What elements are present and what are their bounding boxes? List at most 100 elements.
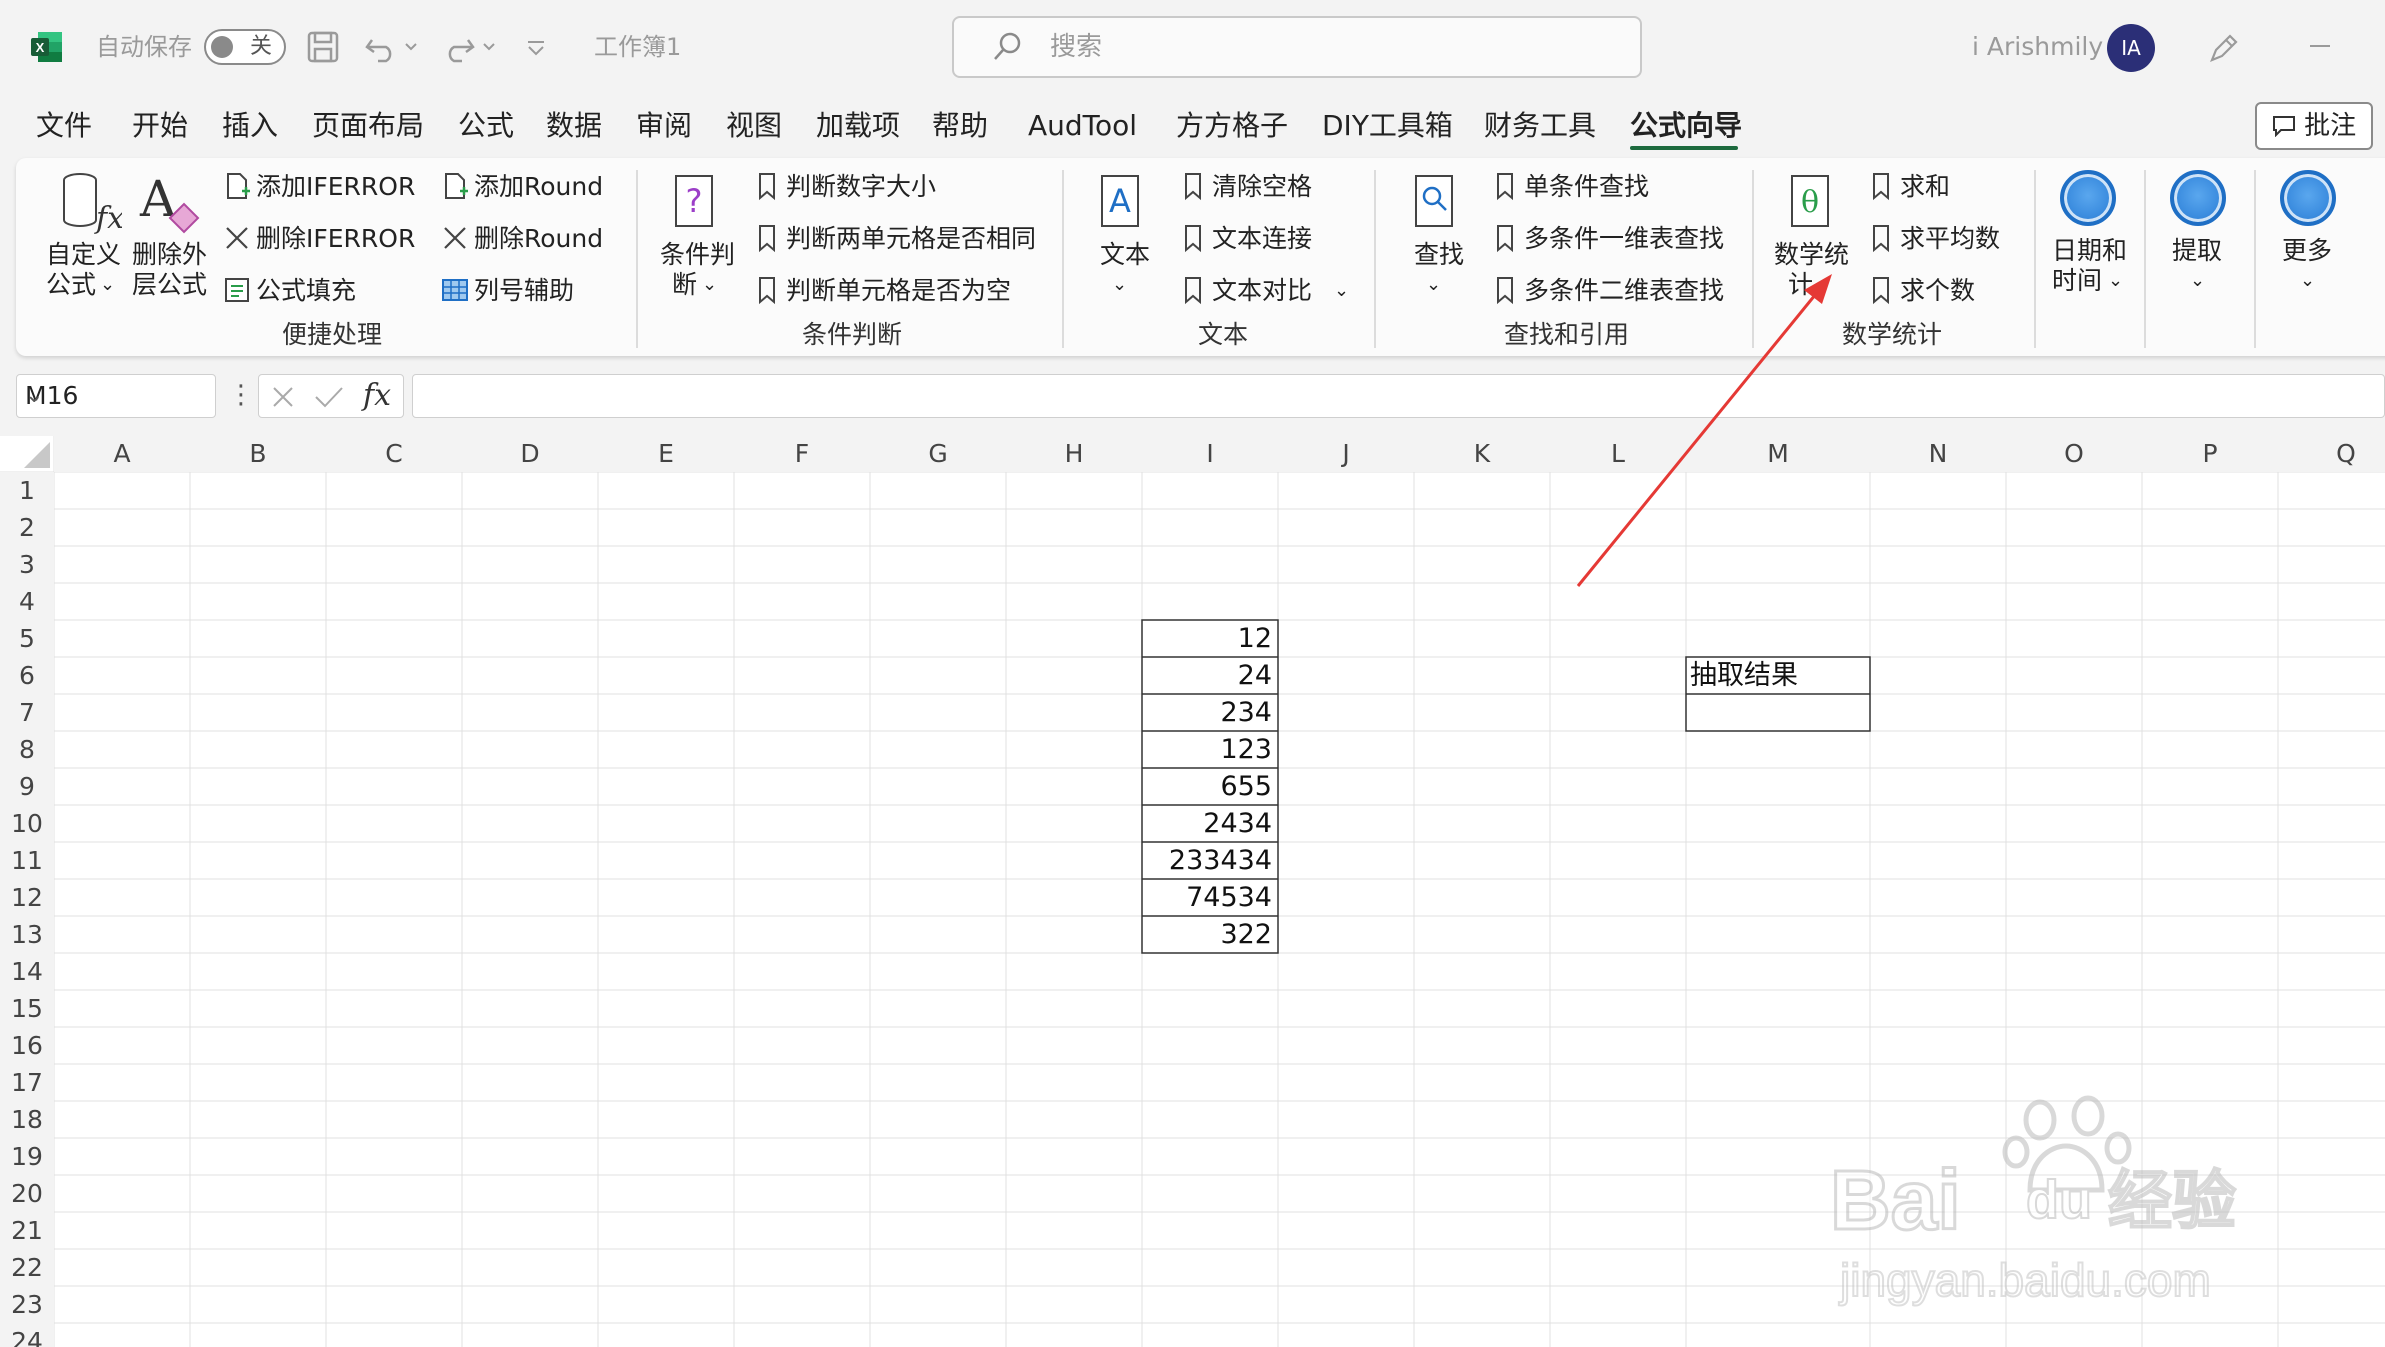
row-header-11[interactable]: 11 (0, 842, 54, 879)
judge-size-button[interactable]: 判断数字大小 (752, 170, 936, 204)
add-round-button[interactable]: 添加Round (440, 170, 603, 204)
row-header-1[interactable]: 1 (0, 472, 54, 509)
sum-button[interactable]: 求和 (1866, 170, 1950, 204)
row-header-15[interactable]: 15 (0, 990, 54, 1027)
menu-fangfang[interactable]: 方方格子 (1176, 106, 1288, 146)
cell-i9[interactable]: 655 (1142, 768, 1272, 805)
column-header-k[interactable]: K (1414, 436, 1550, 472)
chevron-down-icon[interactable]: ⌄ (1112, 268, 1127, 302)
row-header-21[interactable]: 21 (0, 1212, 54, 1249)
column-header-a[interactable]: A (54, 436, 190, 472)
menu-review[interactable]: 审阅 (636, 106, 692, 146)
comment-button[interactable]: 批注 (2255, 102, 2373, 150)
column-header-j[interactable]: J (1278, 436, 1414, 472)
count-button[interactable]: 求个数 (1866, 274, 1975, 308)
chevron-down-icon[interactable]: ⌄ (100, 268, 115, 302)
column-header-f[interactable]: F (734, 436, 870, 472)
remove-outer-label-2[interactable]: 层公式 (132, 268, 207, 302)
column-header-p[interactable]: P (2142, 436, 2278, 472)
menu-page-layout[interactable]: 页面布局 (312, 106, 424, 146)
formula-input[interactable] (412, 374, 2385, 418)
column-header-q[interactable]: Q (2278, 436, 2385, 472)
menu-view[interactable]: 视图 (726, 106, 782, 146)
custom-formula-label-1[interactable]: 自定义 (46, 238, 121, 272)
fill-formula-button[interactable]: 公式填充 (222, 274, 356, 308)
menu-finance-tools[interactable]: 财务工具 (1484, 106, 1596, 146)
row-header-7[interactable]: 7 (0, 694, 54, 731)
add-iferror-button[interactable]: 添加IFERROR (222, 170, 415, 204)
cell-m6[interactable]: 抽取结果 (1690, 657, 1798, 694)
menu-formulas[interactable]: 公式 (458, 106, 514, 146)
cell-i6[interactable]: 24 (1142, 657, 1272, 694)
row-header-12[interactable]: 12 (0, 879, 54, 916)
chevron-down-icon[interactable]: ⌄ (2190, 264, 2205, 298)
menu-help[interactable]: 帮助 (932, 106, 988, 146)
customize-toolbar-icon[interactable] (524, 34, 548, 60)
avatar[interactable]: IA (2107, 24, 2155, 72)
cell-i11[interactable]: 233434 (1142, 842, 1272, 879)
custom-formula-label-2[interactable]: 公式 (46, 268, 96, 302)
row-header-3[interactable]: 3 (0, 546, 54, 583)
undo-icon[interactable] (364, 30, 424, 64)
row-header-4[interactable]: 4 (0, 583, 54, 620)
row-header-6[interactable]: 6 (0, 657, 54, 694)
row-header-8[interactable]: 8 (0, 731, 54, 768)
text-join-button[interactable]: 文本连接 (1178, 222, 1312, 256)
select-all-icon[interactable] (20, 440, 52, 470)
condition-label-2[interactable]: 断 (672, 268, 697, 302)
judge-same-button[interactable]: 判断两单元格是否相同 (752, 222, 1036, 256)
column-header-i[interactable]: I (1142, 436, 1278, 472)
row-header-19[interactable]: 19 (0, 1138, 54, 1175)
row-header-22[interactable]: 22 (0, 1249, 54, 1286)
cancel-icon[interactable] (269, 383, 297, 411)
column-header-d[interactable]: D (462, 436, 598, 472)
row-header-10[interactable]: 10 (0, 805, 54, 842)
remove-iferror-button[interactable]: 删除IFERROR (222, 222, 415, 256)
text-compare-button[interactable]: 文本对比 (1178, 274, 1312, 308)
remove-outer-label-1[interactable]: 删除外 (132, 238, 207, 272)
row-header-23[interactable]: 23 (0, 1286, 54, 1323)
text-main-label[interactable]: 文本 (1100, 238, 1150, 272)
column-header-c[interactable]: C (326, 436, 462, 472)
cell-i13[interactable]: 322 (1142, 916, 1272, 953)
lookup-main-label[interactable]: 查找 (1414, 238, 1464, 272)
cell-i7[interactable]: 234 (1142, 694, 1272, 731)
name-box[interactable]: M16 ⌄ (16, 374, 216, 418)
row-header-2[interactable]: 2 (0, 509, 54, 546)
more-label[interactable]: 更多 (2282, 234, 2332, 268)
check-icon[interactable] (313, 383, 345, 411)
minimize-icon[interactable] (2308, 36, 2332, 56)
save-icon[interactable] (306, 30, 340, 64)
datetime-label-1[interactable]: 日期和 (2052, 234, 2127, 268)
average-button[interactable]: 求平均数 (1866, 222, 2000, 256)
redo-icon[interactable] (442, 30, 502, 64)
row-header-16[interactable]: 16 (0, 1027, 54, 1064)
row-header-14[interactable]: 14 (0, 953, 54, 990)
more-options-icon[interactable]: ⋮ (228, 378, 254, 412)
chevron-down-icon[interactable]: ⌄ (1426, 268, 1441, 302)
chevron-down-icon[interactable]: ⌄ (702, 268, 717, 302)
autosave-toggle[interactable]: 关 (204, 29, 286, 65)
cell-i5[interactable]: 12 (1142, 620, 1272, 657)
chevron-down-icon[interactable]: ⌄ (25, 379, 209, 413)
cell-i8[interactable]: 123 (1142, 731, 1272, 768)
column-header-n[interactable]: N (1870, 436, 2006, 472)
cell-i12[interactable]: 74534 (1142, 879, 1272, 916)
judge-empty-button[interactable]: 判断单元格是否为空 (752, 274, 1011, 308)
row-header-18[interactable]: 18 (0, 1101, 54, 1138)
menu-data[interactable]: 数据 (546, 106, 602, 146)
menu-home[interactable]: 开始 (132, 106, 188, 146)
row-header-9[interactable]: 9 (0, 768, 54, 805)
row-header-5[interactable]: 5 (0, 620, 54, 657)
insert-function-icon[interactable]: fx (363, 377, 391, 415)
row-header-20[interactable]: 20 (0, 1175, 54, 1212)
condition-label-1[interactable]: 条件判 (660, 238, 735, 272)
row-header-13[interactable]: 13 (0, 916, 54, 953)
menu-addins[interactable]: 加载项 (816, 106, 900, 146)
cell-i10[interactable]: 2434 (1142, 805, 1272, 842)
pen-icon[interactable] (2206, 30, 2242, 66)
datetime-label-2[interactable]: 时间 (2052, 264, 2102, 298)
column-header-e[interactable]: E (598, 436, 734, 472)
column-header-h[interactable]: H (1006, 436, 1142, 472)
multi-condition-1d-lookup-button[interactable]: 多条件一维表查找 (1490, 222, 1724, 256)
